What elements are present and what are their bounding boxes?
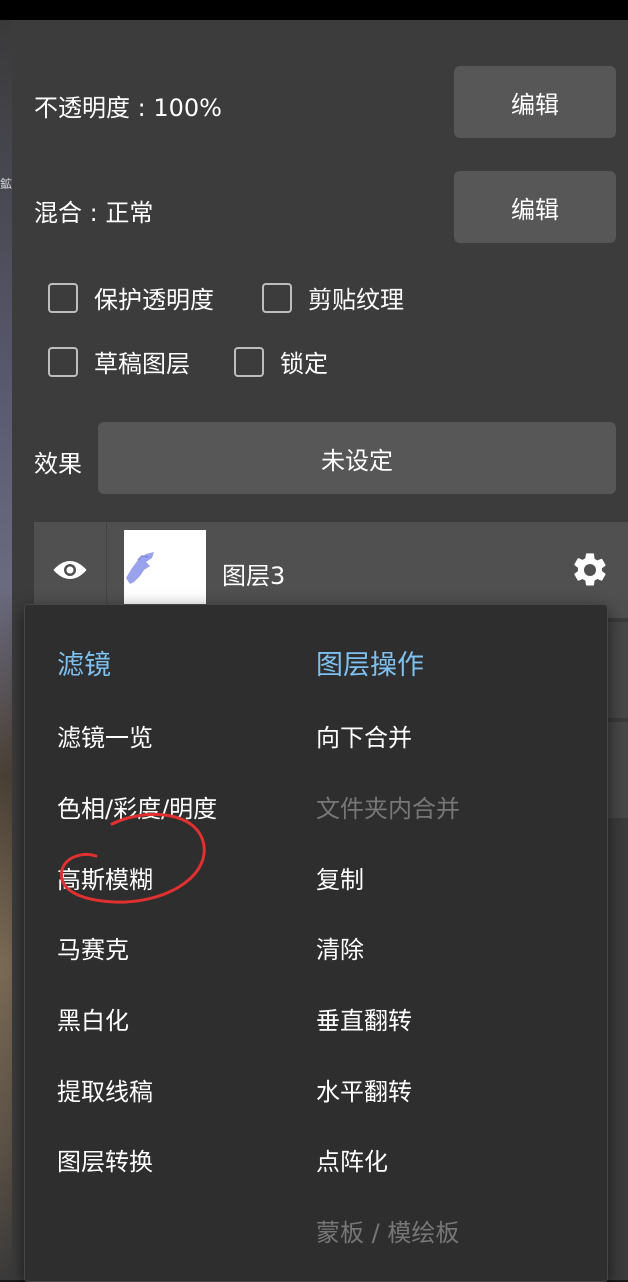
checkbox-label: 保护透明度 — [94, 286, 214, 314]
protect-transparency-checkbox[interactable]: 保护透明度 — [48, 280, 214, 315]
effect-select-button[interactable]: 未设定 — [98, 422, 616, 494]
menu-item-monochrome[interactable]: 黑白化 — [57, 1001, 129, 1036]
menu-item-mask-stencil: 蒙板 / 模绘板 — [316, 1219, 460, 1247]
checkbox-label: 剪贴纹理 — [308, 286, 404, 314]
layer-ops-heading: 图层操作 — [316, 650, 424, 681]
menu-item-rasterize[interactable]: 点阵化 — [316, 1142, 388, 1177]
layer-thumbnail — [124, 530, 206, 610]
menu-item-duplicate[interactable]: 复制 — [316, 860, 364, 895]
clip-texture-checkbox[interactable]: 剪贴纹理 — [262, 280, 404, 315]
menu-item-extract-lineart[interactable]: 提取线稿 — [57, 1072, 153, 1107]
blend-label: 混合 : 正常 — [34, 199, 154, 227]
status-bar — [0, 0, 628, 20]
menu-item-layer-convert[interactable]: 图层转换 — [57, 1142, 153, 1177]
filters-heading: 滤镜 — [57, 650, 111, 681]
gear-icon[interactable] — [570, 550, 610, 590]
checkbox-box[interactable] — [234, 346, 264, 377]
menu-item-filter-list[interactable]: 滤镜一览 — [57, 718, 153, 753]
blend-edit-button[interactable]: 编辑 — [454, 171, 616, 243]
layer-settings-button[interactable] — [570, 550, 610, 594]
checkbox-box[interactable] — [48, 346, 78, 377]
checkbox-label: 草稿图层 — [94, 350, 190, 378]
menu-item-hue-saturation[interactable]: 色相/彩度/明度 — [57, 789, 217, 824]
menu-item-merge-down[interactable]: 向下合并 — [316, 718, 412, 753]
effect-label: 效果 — [34, 450, 82, 478]
checkbox-label: 锁定 — [280, 350, 328, 378]
canvas-background-edge: 鉱 — [0, 20, 12, 1280]
menu-item-flip-horizontal[interactable]: 水平翻转 — [316, 1072, 412, 1107]
checkbox-box[interactable] — [48, 282, 78, 313]
draft-layer-checkbox[interactable]: 草稿图层 — [48, 344, 190, 379]
menu-item-gaussian-blur[interactable]: 高斯模糊 — [57, 860, 153, 895]
thumbnail-sketch — [126, 552, 154, 584]
menu-item-mosaic[interactable]: 马赛克 — [57, 930, 129, 965]
lock-checkbox[interactable]: 锁定 — [234, 344, 328, 379]
eye-icon[interactable] — [52, 558, 88, 582]
layer-context-menu: 滤镜 图层操作 滤镜一览 色相/彩度/明度 高斯模糊 马赛克 黑白化 提取线稿 … — [24, 604, 608, 1282]
layer-name: 图层3 — [222, 562, 286, 590]
canvas-edge-glyph: 鉱 — [0, 177, 12, 191]
opacity-edit-button[interactable]: 编辑 — [454, 66, 616, 138]
checkbox-box[interactable] — [262, 282, 292, 313]
menu-item-merge-in-folder: 文件夹内合并 — [316, 795, 460, 823]
opacity-label: 不透明度 : 100% — [34, 94, 222, 122]
menu-item-flip-vertical[interactable]: 垂直翻转 — [316, 1001, 412, 1036]
menu-item-clear[interactable]: 清除 — [316, 930, 364, 965]
